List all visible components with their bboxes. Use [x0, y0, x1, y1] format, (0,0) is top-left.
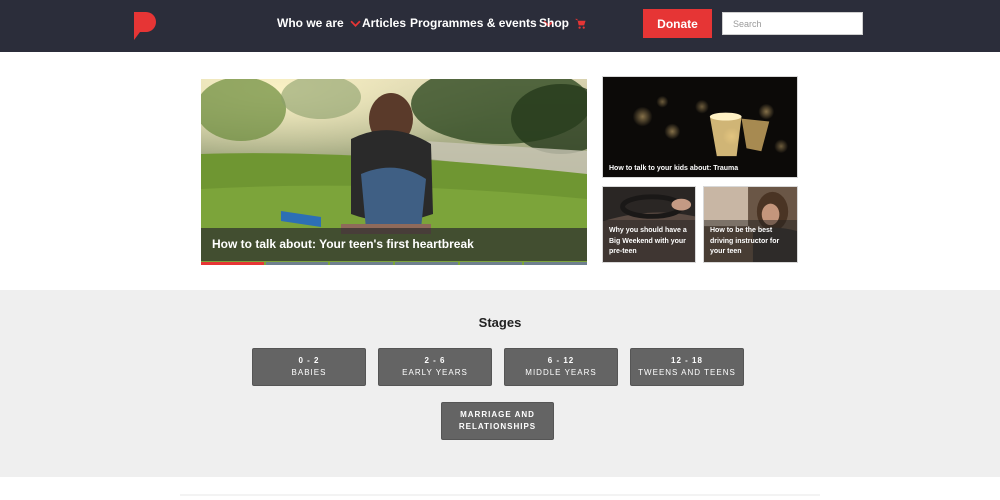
nav-who-we-are[interactable]: Who we are — [277, 16, 361, 30]
stage-name: TWEENS AND TEENS — [638, 368, 736, 377]
cart-icon — [575, 18, 586, 29]
carousel-dot[interactable] — [265, 262, 329, 265]
stage-button-tweens-and-teens[interactable]: 12 - 18 TWEENS AND TEENS — [630, 348, 744, 386]
carousel-indicators — [201, 262, 587, 265]
nav-shop[interactable]: Shop — [539, 16, 586, 30]
top-navigation-bar: Who we are Articles Programmes & events … — [0, 0, 1000, 52]
stages-section: Stages 0 - 2 BABIES 2 - 6 EARLY YEARS 6 … — [0, 290, 1000, 477]
nav-shop-label: Shop — [539, 16, 569, 30]
stage-range: 0 - 2 — [298, 356, 320, 365]
featured-article-card[interactable]: Why you should have a Big Weekend with y… — [602, 186, 696, 263]
carousel-dot[interactable] — [524, 262, 587, 265]
stage-name: BABIES — [291, 368, 327, 377]
stage-button-marriage-and-relationships[interactable]: MARRIAGE AND RELATIONSHIPS — [441, 402, 554, 440]
stage-range: 12 - 18 — [671, 356, 703, 365]
stage-name: EARLY YEARS — [402, 368, 468, 377]
stage-line-2: RELATIONSHIPS — [458, 422, 537, 431]
featured-article-title: How to talk to your kids about: Trauma — [609, 165, 739, 172]
search-input[interactable] — [722, 12, 863, 35]
stage-range: 6 - 12 — [547, 356, 575, 365]
article-image — [603, 77, 797, 177]
nav-articles[interactable]: Articles — [362, 16, 406, 30]
carousel-dot[interactable] — [459, 262, 523, 265]
carousel-dot[interactable] — [395, 262, 458, 265]
featured-article-title: Why you should have a Big Weekend with y… — [609, 227, 687, 255]
nav-articles-label: Articles — [362, 16, 407, 30]
hero-carousel[interactable]: How to talk about: Your teen's first hea… — [201, 79, 587, 265]
nav-programmes-events[interactable]: Programmes & events — [410, 16, 554, 30]
carousel-dot[interactable] — [330, 262, 394, 265]
featured-article-title: How to be the best driving instructor fo… — [710, 227, 780, 255]
carousel-dot[interactable] — [201, 262, 264, 265]
section-divider — [180, 494, 820, 496]
stages-heading: Stages — [478, 315, 522, 330]
stage-line-1: MARRIAGE AND — [460, 410, 535, 419]
stage-button-middle-years[interactable]: 6 - 12 MIDDLE YEARS — [504, 348, 618, 386]
stage-name: MIDDLE YEARS — [525, 368, 597, 377]
stage-button-early-years[interactable]: 2 - 6 EARLY YEARS — [378, 348, 492, 386]
chevron-down-icon — [350, 20, 361, 27]
featured-article-card[interactable]: How to talk to your kids about: Trauma — [602, 76, 798, 178]
donate-button[interactable]: Donate — [643, 9, 712, 38]
stage-button-babies[interactable]: 0 - 2 BABIES — [252, 348, 366, 386]
featured-article-card[interactable]: How to be the best driving instructor fo… — [703, 186, 798, 263]
nav-who-we-are-label: Who we are — [277, 16, 344, 30]
brand-logo-icon[interactable] — [134, 12, 156, 40]
hero-title[interactable]: How to talk about: Your teen's first hea… — [212, 237, 474, 251]
nav-programmes-events-label: Programmes & events — [410, 16, 537, 30]
stage-range: 2 - 6 — [424, 356, 446, 365]
